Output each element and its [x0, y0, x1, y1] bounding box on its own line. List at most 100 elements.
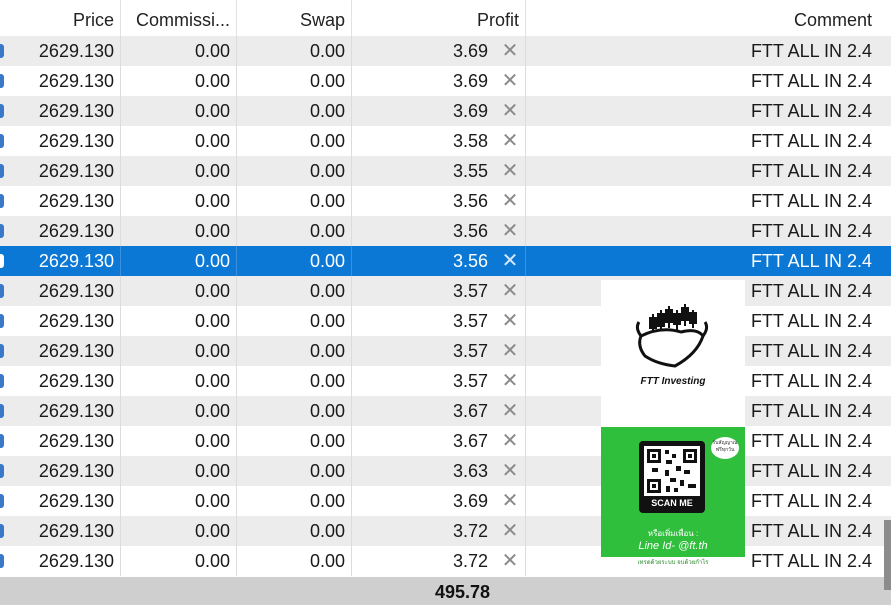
cell-commission: 0.00 [121, 156, 237, 186]
close-position-icon[interactable]: ✕ [501, 161, 519, 181]
cell-price: 2629.130 [0, 366, 121, 396]
table-row[interactable]: 2629.130 0.00 0.00 3.57 FTT ALL IN 2.4 ✕ [0, 276, 891, 306]
column-header-commission[interactable]: Commissi... [121, 0, 237, 36]
cell-price: 2629.130 [0, 36, 121, 66]
cell-price: 2629.130 [0, 336, 121, 366]
close-position-icon[interactable]: ✕ [501, 71, 519, 91]
cell-profit: 3.55 [352, 156, 526, 186]
column-header-comment[interactable]: Comment [526, 0, 878, 36]
cell-comment: FTT ALL IN 2.4 [750, 161, 872, 181]
cell-commission: 0.00 [121, 96, 237, 126]
bull-logo-icon [635, 304, 709, 368]
column-header-price[interactable]: Price [0, 0, 121, 36]
total-profit: 495.78 [434, 582, 490, 602]
cell-commission: 0.00 [121, 366, 237, 396]
table-row[interactable]: 2629.130 0.00 0.00 3.56 FTT ALL IN 2.4 ✕ [0, 246, 891, 276]
close-position-icon[interactable]: ✕ [501, 491, 519, 511]
cell-price: 2629.130 [0, 546, 121, 576]
ad-brand-name: FTT Investing [640, 376, 706, 387]
close-position-icon[interactable]: ✕ [501, 521, 519, 541]
vertical-scrollbar[interactable] [884, 520, 891, 590]
table-row[interactable]: 2629.130 0.00 0.00 3.69 FTT ALL IN 2.4 ✕ [0, 66, 891, 96]
table-row[interactable]: 2629.130 0.00 0.00 3.69 FTT ALL IN 2.4 ✕ [0, 36, 891, 66]
cell-swap: 0.00 [237, 426, 352, 456]
table-row[interactable]: 2629.130 0.00 0.00 3.56 FTT ALL IN 2.4 ✕ [0, 186, 891, 216]
close-position-icon[interactable]: ✕ [501, 311, 519, 331]
cell-profit: 3.57 [352, 366, 526, 396]
cell-commission: 0.00 [121, 486, 237, 516]
cell-swap: 0.00 [237, 396, 352, 426]
cell-commission: 0.00 [121, 516, 237, 546]
close-position-icon[interactable]: ✕ [501, 371, 519, 391]
cell-commission: 0.00 [121, 66, 237, 96]
ad-line-id: Line Id- @ft.th [638, 540, 708, 552]
close-position-icon[interactable]: ✕ [501, 341, 519, 361]
table-row[interactable]: 2629.130 0.00 0.00 3.72 FTT ALL IN 2.4 ✕ [0, 546, 891, 576]
cell-profit: 3.56 [352, 216, 526, 246]
close-position-icon[interactable]: ✕ [501, 431, 519, 451]
cell-swap: 0.00 [237, 516, 352, 546]
table-row[interactable]: 2629.130 0.00 0.00 3.63 FTT ALL IN 2.4 ✕ [0, 456, 891, 486]
cell-swap: 0.00 [237, 336, 352, 366]
cell-profit: 3.72 [352, 516, 526, 546]
column-header-profit[interactable]: Profit [352, 0, 526, 36]
cell-swap: 0.00 [237, 96, 352, 126]
cell-profit: 3.72 [352, 546, 526, 576]
qr-code[interactable]: SCAN ME [639, 441, 705, 513]
cell-price: 2629.130 [0, 186, 121, 216]
ftt-ad-overlay[interactable]: FTT Investing SCAN ME รับสัญญาณ ฟรีทุกวั… [601, 280, 745, 570]
table-row[interactable]: 2629.130 0.00 0.00 3.67 FTT ALL IN 2.4 ✕ [0, 426, 891, 456]
cell-profit: 3.56 [352, 246, 526, 276]
cell-price: 2629.130 [0, 396, 121, 426]
cell-swap: 0.00 [237, 216, 352, 246]
cell-profit: 3.57 [352, 276, 526, 306]
scan-me-label: SCAN ME [651, 498, 693, 508]
table-row[interactable]: 2629.130 0.00 0.00 3.56 FTT ALL IN 2.4 ✕ [0, 216, 891, 246]
cell-price: 2629.130 [0, 276, 121, 306]
close-position-icon[interactable]: ✕ [501, 191, 519, 211]
cell-swap: 0.00 [237, 366, 352, 396]
cell-price: 2629.130 [0, 426, 121, 456]
cell-commission: 0.00 [121, 36, 237, 66]
table-row[interactable]: 2629.130 0.00 0.00 3.57 FTT ALL IN 2.4 ✕ [0, 336, 891, 366]
close-position-icon[interactable]: ✕ [501, 551, 519, 571]
cell-profit: 3.69 [352, 66, 526, 96]
close-position-icon[interactable]: ✕ [501, 221, 519, 241]
ad-logo-panel: FTT Investing [601, 280, 745, 426]
cell-price: 2629.130 [0, 246, 121, 276]
close-position-icon[interactable]: ✕ [501, 461, 519, 481]
table-row[interactable]: 2629.130 0.00 0.00 3.69 FTT ALL IN 2.4 ✕ [0, 486, 891, 516]
qr-pattern-icon [647, 449, 697, 493]
cell-profit: 3.58 [352, 126, 526, 156]
table-row[interactable]: 2629.130 0.00 0.00 3.69 FTT ALL IN 2.4 ✕ [0, 96, 891, 126]
cell-comment: FTT ALL IN 2.4 [750, 101, 872, 121]
close-position-icon[interactable]: ✕ [501, 101, 519, 121]
ad-speech-bubble: รับสัญญาณ ฟรีทุกวัน [711, 437, 739, 459]
table-row[interactable]: 2629.130 0.00 0.00 3.58 FTT ALL IN 2.4 ✕ [0, 126, 891, 156]
table-row[interactable]: 2629.130 0.00 0.00 3.67 FTT ALL IN 2.4 ✕ [0, 396, 891, 426]
close-position-icon[interactable]: ✕ [501, 131, 519, 151]
cell-price: 2629.130 [0, 216, 121, 246]
ad-add-friend-text: หรือเพิ่มเพื่อน : [647, 529, 699, 538]
table-row[interactable]: 2629.130 0.00 0.00 3.72 FTT ALL IN 2.4 ✕ [0, 516, 891, 546]
close-position-icon[interactable]: ✕ [501, 401, 519, 421]
cell-commission: 0.00 [121, 396, 237, 426]
cell-profit: 3.56 [352, 186, 526, 216]
table-row[interactable]: 2629.130 0.00 0.00 3.57 FTT ALL IN 2.4 ✕ [0, 306, 891, 336]
cell-commission: 0.00 [121, 336, 237, 366]
cell-commission: 0.00 [121, 246, 237, 276]
cell-comment: FTT ALL IN 2.4 [750, 221, 872, 241]
close-position-icon[interactable]: ✕ [501, 41, 519, 61]
cell-commission: 0.00 [121, 276, 237, 306]
table-row[interactable]: 2629.130 0.00 0.00 3.57 FTT ALL IN 2.4 ✕ [0, 366, 891, 396]
close-position-icon[interactable]: ✕ [501, 251, 519, 271]
column-header-swap[interactable]: Swap [237, 0, 352, 36]
cell-swap: 0.00 [237, 546, 352, 576]
cell-price: 2629.130 [0, 516, 121, 546]
cell-commission: 0.00 [121, 306, 237, 336]
close-position-icon[interactable]: ✕ [501, 281, 519, 301]
cell-comment: FTT ALL IN 2.4 [750, 41, 872, 61]
cell-comment: FTT ALL IN 2.4 [750, 71, 872, 91]
cell-swap: 0.00 [237, 246, 352, 276]
table-row[interactable]: 2629.130 0.00 0.00 3.55 FTT ALL IN 2.4 ✕ [0, 156, 891, 186]
